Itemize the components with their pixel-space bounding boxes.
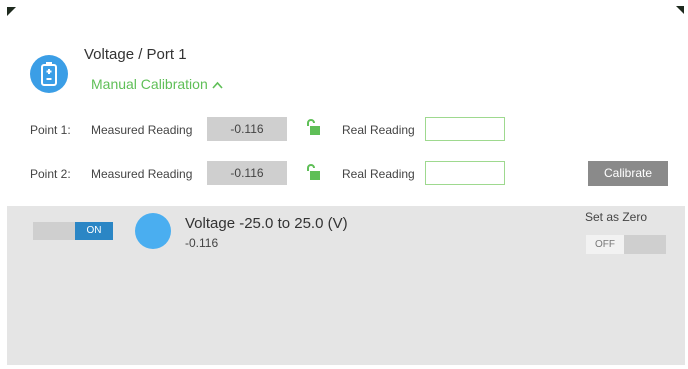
unlock-icon[interactable] [305,163,321,181]
point-2-measured-value: -0.116 [207,161,287,185]
corner-mark-top-left [7,7,16,16]
point-1-measured-label: Measured Reading [91,123,193,137]
point-1-real-input[interactable] [425,117,505,141]
calibrate-button[interactable]: Calibrate [588,161,668,186]
chevron-up-icon [212,78,223,92]
point-2-real-label: Real Reading [342,167,415,181]
point-1-measured-value: -0.116 [207,117,287,141]
point-2-measured-label: Measured Reading [91,167,193,181]
window-top-bar [0,0,688,22]
point-1-label: Point 1: [30,123,71,137]
point-2-real-input[interactable] [425,161,505,185]
manual-calibration-toggle[interactable]: Manual Calibration [91,76,223,92]
page-title: Voltage / Port 1 [84,46,187,63]
manual-calibration-label: Manual Calibration [91,76,208,92]
set-as-zero-switch[interactable]: OFF [586,235,666,254]
sensor-name: Voltage -25.0 to 25.0 (V) [185,215,348,232]
point-1-real-label: Real Reading [342,123,415,137]
set-as-zero-label: Set as Zero [585,210,648,224]
set-as-zero-switch-label: OFF [586,235,624,254]
corner-mark-top-right [676,6,684,14]
battery-icon [30,55,68,93]
sensor-color-dot [135,213,171,249]
unlock-icon[interactable] [305,118,321,136]
point-2-label: Point 2: [30,167,71,181]
sensor-value: -0.116 [185,236,219,250]
sensor-on-switch[interactable]: ON [33,222,113,240]
sensor-on-switch-label: ON [75,222,113,240]
